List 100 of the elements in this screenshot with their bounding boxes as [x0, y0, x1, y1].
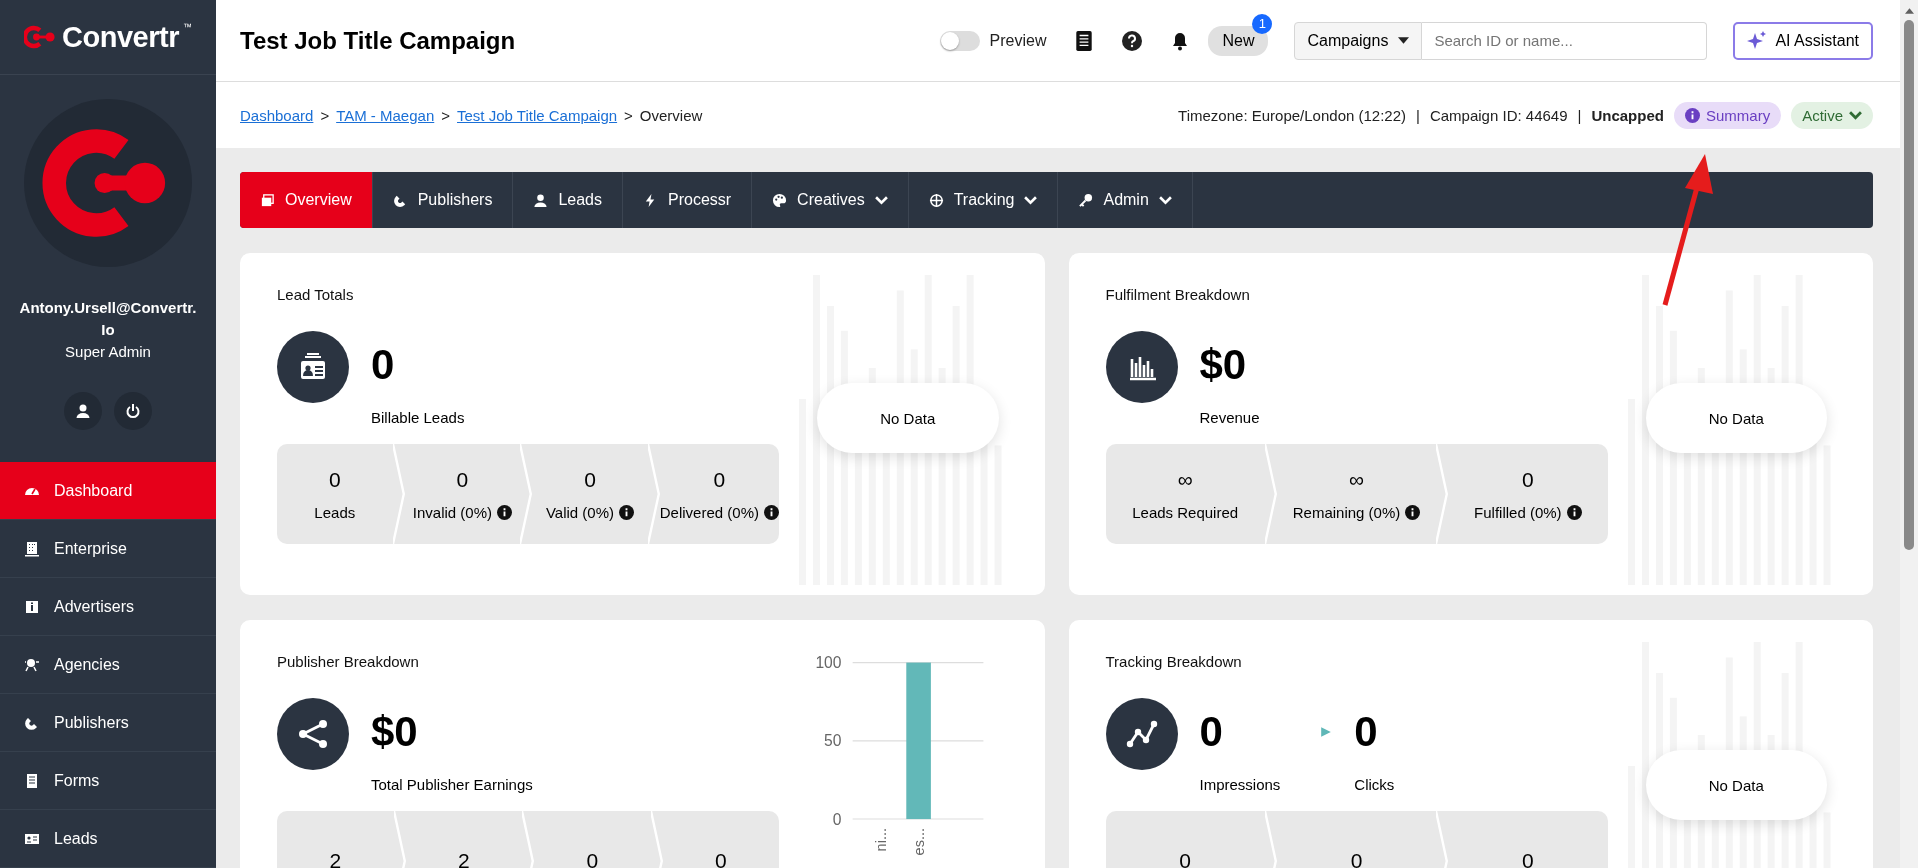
caret-icon [1398, 37, 1410, 44]
info-icon[interactable] [764, 504, 779, 520]
search-scope-dropdown[interactable]: Campaigns [1294, 21, 1423, 60]
chevron-down-icon [1024, 195, 1038, 205]
chevron-down-icon [874, 195, 888, 205]
scroll-up-icon[interactable] [1904, 8, 1914, 14]
logo-text: Convertr [62, 20, 179, 54]
arrow-icon [1320, 726, 1333, 738]
breadcrumb-link[interactable]: Test Job Title Campaign [457, 106, 618, 124]
sparkle-icon [1747, 30, 1768, 51]
no-data-message: No Data [817, 383, 999, 453]
chevron-down-icon [1158, 195, 1172, 205]
tab[interactable]: Tracking [908, 172, 1059, 228]
menu-icon [24, 598, 40, 615]
campaign-info-text: Campaign ID: 44649 [1429, 106, 1568, 124]
tab-icon [1078, 192, 1094, 208]
summary-button[interactable]: Summary [1673, 101, 1782, 129]
user-role: Super Admin [65, 343, 151, 360]
axis-tick-label: 100 [815, 654, 842, 672]
user-icon [75, 403, 91, 419]
tab[interactable]: Publishers [372, 172, 514, 228]
stat-value: 0 [1350, 849, 1363, 868]
breadcrumb-link[interactable]: TAM - Maegan [336, 106, 435, 124]
stat-value: 2 [457, 849, 470, 868]
document-icon[interactable] [1074, 29, 1095, 52]
breadcrumb-separator-text: > [320, 106, 330, 124]
sidebar-item[interactable]: Agencies [0, 636, 216, 694]
power-icon [125, 403, 141, 419]
metric-value: 0 [1199, 708, 1224, 756]
stat-label: Leads [314, 503, 356, 521]
info-icon[interactable] [1405, 504, 1421, 520]
stat-value: 0 [456, 467, 469, 492]
axis-tick-label: 0 [832, 810, 842, 828]
sidebar-item[interactable]: Enterprise [0, 520, 216, 578]
breadcrumb-link[interactable]: Dashboard [240, 106, 314, 124]
sidebar-item[interactable]: Forms [0, 752, 216, 810]
stat-value: 2 [329, 849, 342, 868]
card-title: Lead Totals [277, 286, 355, 303]
tab[interactable]: Processr [623, 172, 753, 228]
stat-value: 0 [328, 467, 341, 492]
tab[interactable]: Leads [513, 172, 623, 228]
info-icon[interactable] [497, 504, 512, 520]
no-data-message: No Data [1645, 383, 1827, 453]
preview-toggle[interactable] [939, 30, 980, 51]
sidebar-item[interactable]: Advertisers [0, 578, 216, 636]
stat-value: 0 [1521, 849, 1534, 868]
info-icon [1684, 107, 1700, 123]
tab[interactable]: Overview [240, 172, 373, 228]
metric-value: $0 [1199, 341, 1248, 389]
status-dropdown[interactable]: Active [1791, 101, 1873, 129]
trademark-mark: ™ [182, 22, 192, 32]
scrollbar[interactable] [1900, 0, 1918, 868]
breadcrumb-separator-text: > [441, 106, 450, 124]
stat-label: Remaining (0%) [1292, 503, 1401, 521]
no-data-message: No Data [1645, 750, 1827, 820]
cap-status-text: Uncapped [1591, 106, 1664, 124]
sidebar-item[interactable]: Publishers [0, 694, 216, 752]
card-title: Tracking Breakdown [1105, 653, 1243, 670]
metric-caption: Total Publisher Earnings [371, 776, 533, 793]
search-field[interactable]: Search ID or name... [1422, 21, 1708, 60]
pipe-text: | [1577, 106, 1582, 124]
axis-tick-label: 50 [823, 732, 842, 750]
metric-value: 0 [371, 341, 396, 389]
power-button[interactable] [114, 392, 152, 430]
ai-assistant-button[interactable]: AI Assistant [1733, 21, 1873, 60]
metric-caption: Impressions [1199, 776, 1281, 793]
axis-category-label: ni... [872, 828, 889, 852]
tab-icon [533, 192, 549, 208]
sidebar-item[interactable]: Leads [0, 810, 216, 868]
profile-button[interactable] [64, 392, 102, 430]
axis-category-label: es... [910, 828, 927, 856]
card-title: Publisher Breakdown [277, 653, 420, 670]
card-icon [1125, 718, 1158, 750]
campaign-info-text: Timezone: Europe/London (12:22) [1178, 106, 1407, 124]
stat-label: Fulfilled (0%) [1474, 503, 1562, 521]
info-icon[interactable] [1566, 504, 1582, 520]
tab[interactable]: Creatives [752, 172, 909, 228]
count-badge: 1 [1252, 13, 1273, 34]
stat-label: Valid (0%) [545, 503, 615, 521]
menu-icon [24, 540, 40, 557]
user-email: Antony.Ursell@Convertr.Io [18, 298, 198, 340]
tab-icon [260, 192, 275, 208]
tab-icon [928, 192, 944, 208]
metric-caption: Revenue [1199, 409, 1260, 426]
info-icon[interactable] [619, 504, 635, 520]
sidebar-item[interactable]: Dashboard [0, 462, 216, 520]
stat-value: 0 [1179, 849, 1191, 868]
tab[interactable]: Admin [1058, 172, 1193, 228]
tab-icon [772, 192, 788, 208]
breadcrumb-separator-text: > [624, 106, 633, 124]
scrollbar-thumb[interactable] [1904, 20, 1914, 550]
help-icon[interactable] [1122, 29, 1143, 52]
menu-icon [24, 656, 40, 673]
stat-value: 0 [713, 467, 726, 492]
pipe-text: | [1416, 106, 1420, 124]
card-icon [297, 718, 329, 750]
stat-value: 0 [586, 849, 599, 868]
menu-icon [24, 772, 40, 789]
stat-value: ∞ [1349, 467, 1364, 492]
card-title: Fulfilment Breakdown [1105, 286, 1251, 303]
